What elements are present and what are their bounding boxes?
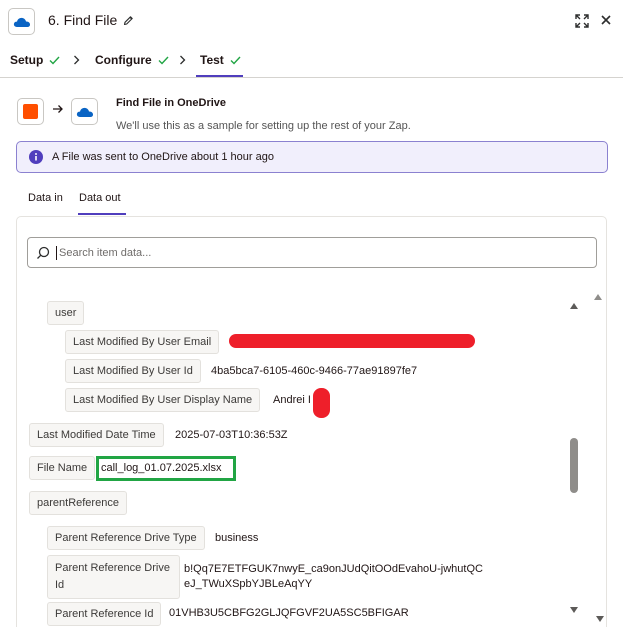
key-parent-reference-id[interactable]: Parent Reference Id [47, 602, 162, 626]
tab-data-in[interactable]: Data in [28, 192, 63, 204]
value-parent-reference-id: 01VHB3U5CBFG2GLJQFGVF2UA5SC5BFIGAR [169, 607, 409, 619]
check-icon [158, 56, 169, 65]
tab-test-label: Test [200, 53, 224, 67]
tab-setup-label: Setup [10, 53, 44, 67]
onedrive-app-icon [71, 98, 98, 125]
search-input[interactable] [56, 245, 576, 260]
redaction-mark [313, 388, 330, 418]
pencil-icon[interactable] [123, 15, 134, 26]
key-parent-drive-id[interactable]: Parent Reference Drive Id [47, 555, 180, 599]
value-last-modified-display-name: Andrei I [273, 394, 311, 406]
tree-group-user[interactable]: user [47, 301, 85, 325]
step-header: 6. Find File [0, 0, 623, 42]
tab-configure-label: Configure [95, 53, 152, 67]
scroll-down-icon[interactable] [569, 606, 579, 614]
action-title: Find File in OneDrive [116, 97, 227, 109]
value-last-modified-user-id: 4ba5bca7-6105-460c-9466-77ae91897fe7 [211, 365, 418, 377]
scroll-up-icon[interactable] [593, 293, 603, 301]
search-box[interactable] [27, 237, 597, 268]
file-name-highlight [96, 456, 236, 481]
trigger-app-icon [17, 98, 44, 125]
tab-test[interactable]: Test [200, 53, 241, 67]
key-file-name[interactable]: File Name [29, 456, 96, 480]
info-banner: A File was sent to OneDrive about 1 hour… [16, 141, 608, 173]
onedrive-app-icon[interactable] [8, 8, 35, 35]
scroll-down-icon[interactable] [595, 615, 605, 623]
tree-group-parent-reference[interactable]: parentReference [29, 491, 127, 515]
action-subtitle: We'll use this as a sample for setting u… [116, 120, 411, 132]
chevron-right-icon [180, 55, 186, 65]
chevron-right-icon [74, 55, 80, 65]
step-tabs: Setup Configure Test [0, 42, 623, 78]
tab-setup[interactable]: Setup [10, 53, 60, 67]
check-icon [49, 56, 60, 65]
expand-icon[interactable] [574, 13, 590, 29]
active-data-tab-indicator [78, 213, 126, 215]
search-icon [37, 246, 50, 259]
inner-scrollbar-thumb[interactable] [570, 438, 578, 493]
key-last-modified-email[interactable]: Last Modified By User Email [65, 330, 220, 354]
step-title[interactable]: 6. Find File [48, 12, 117, 28]
key-parent-drive-type[interactable]: Parent Reference Drive Type [47, 526, 205, 550]
active-tab-indicator [196, 75, 243, 77]
value-parent-drive-id: b!Qq7E7ETFGUK7nwyE_ca9onJUdQitOOdEvahoU-… [184, 563, 483, 590]
close-icon[interactable] [599, 13, 613, 27]
check-icon [230, 56, 241, 65]
tab-data-out[interactable]: Data out [79, 192, 121, 204]
banner-text: A File was sent to OneDrive about 1 hour… [52, 151, 274, 163]
arrow-right-icon [53, 105, 63, 113]
onedrive-cloud-icon [13, 17, 30, 27]
info-icon [29, 150, 43, 164]
tab-configure[interactable]: Configure [95, 53, 169, 67]
value-parent-drive-type: business [215, 532, 259, 544]
key-last-modified-display-name[interactable]: Last Modified By User Display Name [65, 388, 261, 412]
value-last-modified-date-time: 2025-07-03T10:36:53Z [175, 429, 288, 441]
key-last-modified-date-time[interactable]: Last Modified Date Time [29, 423, 164, 447]
key-last-modified-user-id[interactable]: Last Modified By User Id [65, 359, 201, 383]
scroll-up-icon[interactable] [569, 302, 579, 310]
redaction-mark [229, 334, 475, 348]
onedrive-cloud-icon [76, 107, 93, 117]
